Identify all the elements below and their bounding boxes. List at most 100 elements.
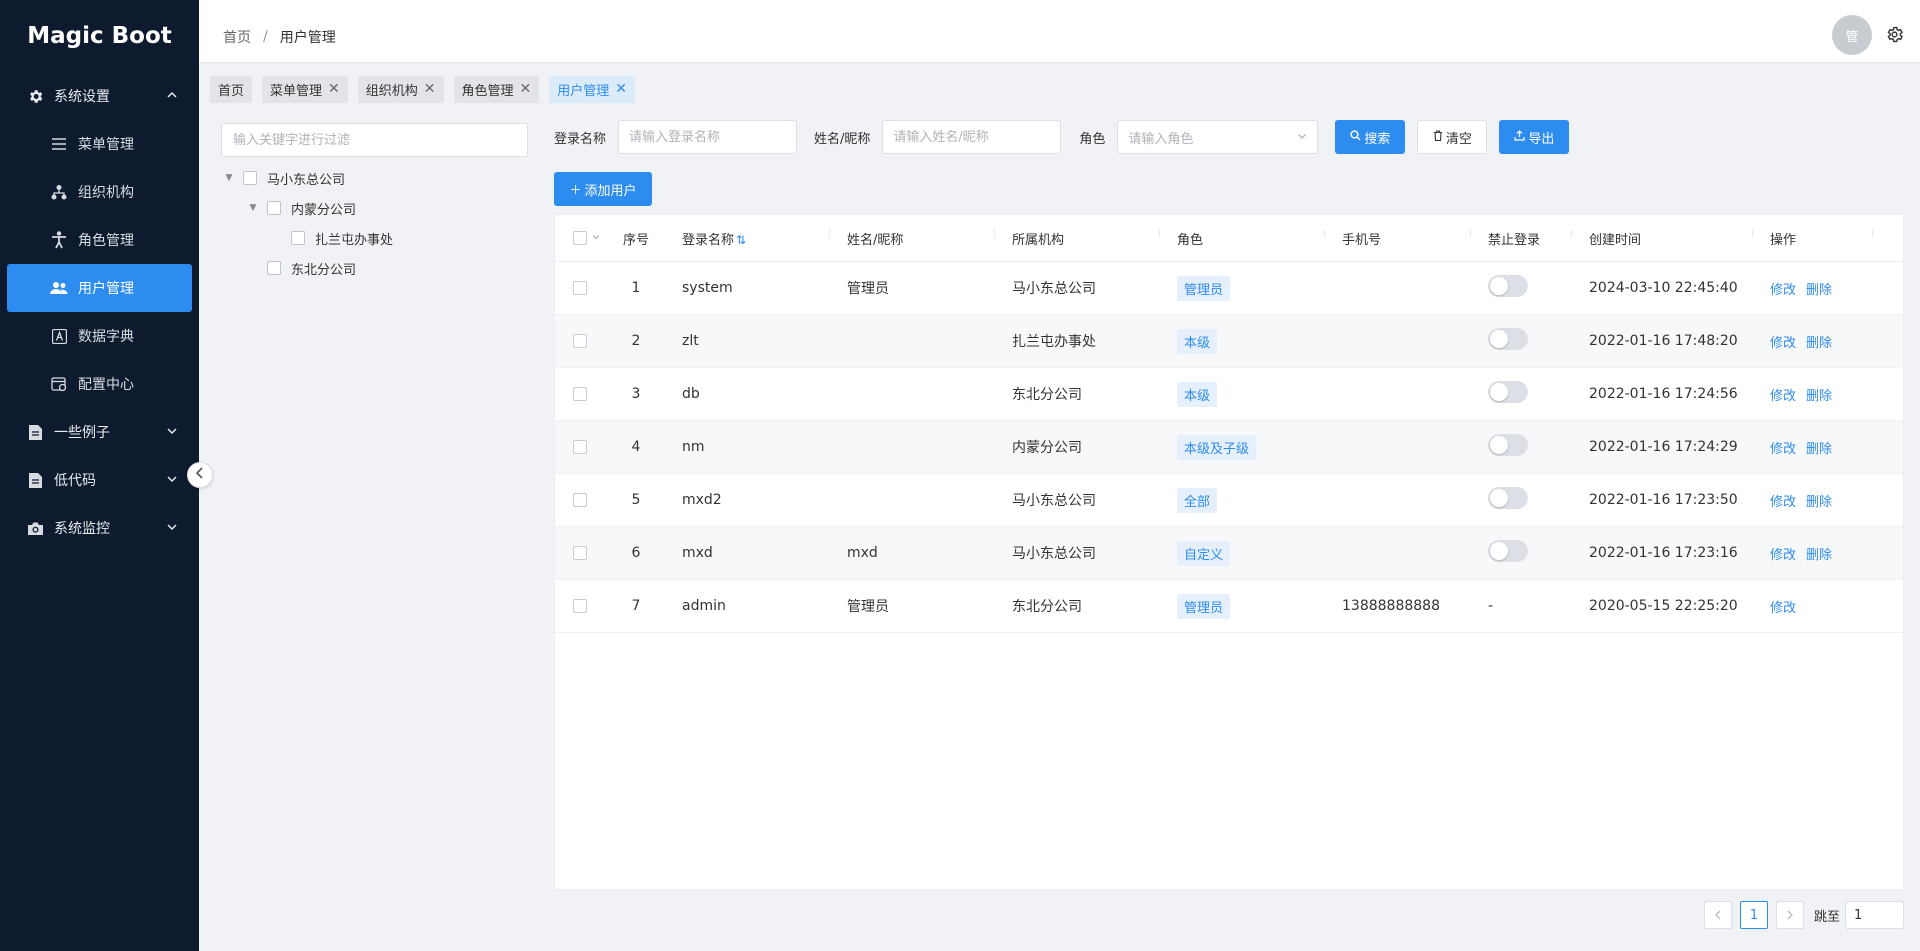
sidebar-item-data-dictionary[interactable]: 数据字典 xyxy=(0,312,199,360)
cell-no: 5 xyxy=(631,492,641,508)
cell-login: mxd2 xyxy=(682,492,722,508)
row-checkbox[interactable] xyxy=(573,493,587,507)
sidebar-item-role-management[interactable]: 角色管理 xyxy=(0,216,199,264)
tab-menu-management[interactable]: 菜单管理 ✕ xyxy=(262,75,348,103)
row-checkbox[interactable] xyxy=(573,546,587,560)
next-page-button[interactable] xyxy=(1775,901,1804,929)
page-button-current[interactable]: 1 xyxy=(1739,901,1768,929)
sidebar-group-examples[interactable]: 一些例子 xyxy=(0,408,199,456)
edit-link[interactable]: 修改 xyxy=(1770,548,1796,563)
row-checkbox[interactable] xyxy=(573,334,587,348)
tree-node-checkbox[interactable] xyxy=(267,261,281,275)
tree-filter-input[interactable] xyxy=(221,123,528,157)
search-icon xyxy=(1350,130,1361,144)
caret-down-icon[interactable]: ▼ xyxy=(247,203,259,213)
cell-role: 本级 xyxy=(1160,381,1325,407)
row-checkbox[interactable] xyxy=(573,387,587,401)
breadcrumb-current: 用户管理 xyxy=(279,30,336,46)
ban-login-toggle[interactable] xyxy=(1488,275,1528,297)
table-row: 5 mxd2 马小东总公司 全部 2022-01-16 17:23:50 修改 删除 xyxy=(555,474,1903,527)
sidebar-group-low-code[interactable]: 低代码 xyxy=(0,456,199,504)
clear-button[interactable]: 清空 xyxy=(1417,120,1488,154)
avatar[interactable]: 管 xyxy=(1832,15,1872,55)
delete-link[interactable]: 删除 xyxy=(1806,442,1832,457)
close-icon[interactable]: ✕ xyxy=(615,81,627,97)
export-button[interactable]: 导出 xyxy=(1499,120,1570,154)
tree-node-checkbox[interactable] xyxy=(291,231,305,245)
tab-home[interactable]: 首页 xyxy=(210,75,253,103)
delete-link[interactable]: 删除 xyxy=(1806,389,1832,404)
tree-node-checkbox[interactable] xyxy=(267,201,281,215)
export-button-label: 导出 xyxy=(1528,131,1555,147)
tree-node-label: 扎兰屯办事处 xyxy=(315,232,394,248)
name-label: 姓名/昵称 xyxy=(814,131,871,147)
ban-login-toggle[interactable] xyxy=(1488,487,1528,509)
tab-user-management[interactable]: 用户管理 ✕ xyxy=(549,75,636,103)
select-all-checkbox[interactable] xyxy=(573,231,587,245)
edit-link[interactable]: 修改 xyxy=(1770,442,1796,457)
sidebar-item-user-management[interactable]: 用户管理 xyxy=(7,264,192,312)
sidebar-collapse-button[interactable] xyxy=(187,462,213,488)
column-header-login[interactable]: 登录名称 ⇅ xyxy=(665,228,830,248)
close-icon[interactable]: ✕ xyxy=(328,81,340,97)
delete-link[interactable]: 删除 xyxy=(1806,283,1832,298)
ban-login-toggle[interactable] xyxy=(1488,540,1528,562)
tree-node-checkbox[interactable] xyxy=(243,171,257,185)
sidebar-item-menu-management[interactable]: 菜单管理 xyxy=(0,120,199,168)
row-checkbox[interactable] xyxy=(573,281,587,295)
table-body: 1 system 管理员 马小东总公司 管理员 2024-03-10 22:45:40 修改… xyxy=(555,262,1903,633)
ban-login-toggle[interactable] xyxy=(1488,434,1528,456)
jump-page-input[interactable] xyxy=(1845,901,1904,929)
cell-role: 本级 xyxy=(1160,328,1325,354)
ban-login-toggle[interactable] xyxy=(1488,328,1528,350)
sort-icon[interactable]: ⇅ xyxy=(736,233,746,247)
sidebar-group-monitoring[interactable]: 系统监控 xyxy=(0,504,199,552)
cell-ban xyxy=(1471,381,1572,407)
settings-icon[interactable] xyxy=(1884,24,1904,44)
edit-link[interactable]: 修改 xyxy=(1770,495,1796,510)
close-icon[interactable]: ✕ xyxy=(424,81,436,97)
tree-node[interactable]: ▼ 马小东总公司 xyxy=(221,163,531,193)
name-input[interactable] xyxy=(882,120,1062,154)
tab-organization[interactable]: 组织机构 ✕ xyxy=(357,75,444,103)
role-select[interactable]: 请输入角色 xyxy=(1117,120,1319,154)
close-icon[interactable]: ✕ xyxy=(520,81,532,97)
sidebar-group-system-settings[interactable]: 系统设置 xyxy=(0,72,199,120)
delete-link[interactable]: 删除 xyxy=(1806,336,1832,351)
row-checkbox[interactable] xyxy=(573,440,587,454)
cell-org: 扎兰屯办事处 xyxy=(1012,334,1096,350)
breadcrumb-home[interactable]: 首页 xyxy=(223,27,251,47)
add-user-button[interactable]: ＋ 添加用户 xyxy=(554,172,652,206)
row-checkbox[interactable] xyxy=(573,599,587,613)
edit-link[interactable]: 修改 xyxy=(1770,336,1796,351)
edit-link[interactable]: 修改 xyxy=(1770,283,1796,298)
dictionary-icon xyxy=(50,327,68,345)
login-name-input[interactable] xyxy=(618,120,798,154)
sidebar-item-organization[interactable]: 组织机构 xyxy=(0,168,199,216)
role-select-placeholder: 请输入角色 xyxy=(1128,131,1194,147)
export-icon xyxy=(1514,130,1526,144)
tab-role-management[interactable]: 角色管理 ✕ xyxy=(453,75,540,103)
add-user-button-label: 添加用户 xyxy=(584,183,637,199)
search-button[interactable]: 搜索 xyxy=(1335,120,1406,154)
edit-link[interactable]: 修改 xyxy=(1770,389,1796,404)
tree-node[interactable]: 扎兰屯办事处 xyxy=(221,223,531,253)
column-header-name: 姓名/昵称 xyxy=(830,228,995,248)
tree-node[interactable]: ▼ 内蒙分公司 xyxy=(221,193,531,223)
chevron-down-icon[interactable] xyxy=(592,233,600,244)
sidebar-item-label: 数据字典 xyxy=(78,329,134,345)
caret-down-icon[interactable]: ▼ xyxy=(223,173,235,183)
prev-page-button[interactable] xyxy=(1703,901,1732,929)
row-checkbox-cell xyxy=(555,493,607,507)
delete-link[interactable]: 删除 xyxy=(1806,495,1832,510)
tab-label: 组织机构 xyxy=(365,83,418,99)
tree-node[interactable]: 东北分公司 xyxy=(221,253,531,283)
breadcrumb-separator: / xyxy=(263,29,268,45)
chevron-down-icon xyxy=(165,520,179,534)
tree-node-label: 东北分公司 xyxy=(291,262,357,278)
delete-link[interactable]: 删除 xyxy=(1806,548,1832,563)
cell-op: 修改 删除 xyxy=(1753,279,1873,298)
ban-login-toggle[interactable] xyxy=(1488,381,1528,403)
edit-link[interactable]: 修改 xyxy=(1770,601,1796,616)
sidebar-item-config-center[interactable]: 配置中心 xyxy=(0,360,199,408)
